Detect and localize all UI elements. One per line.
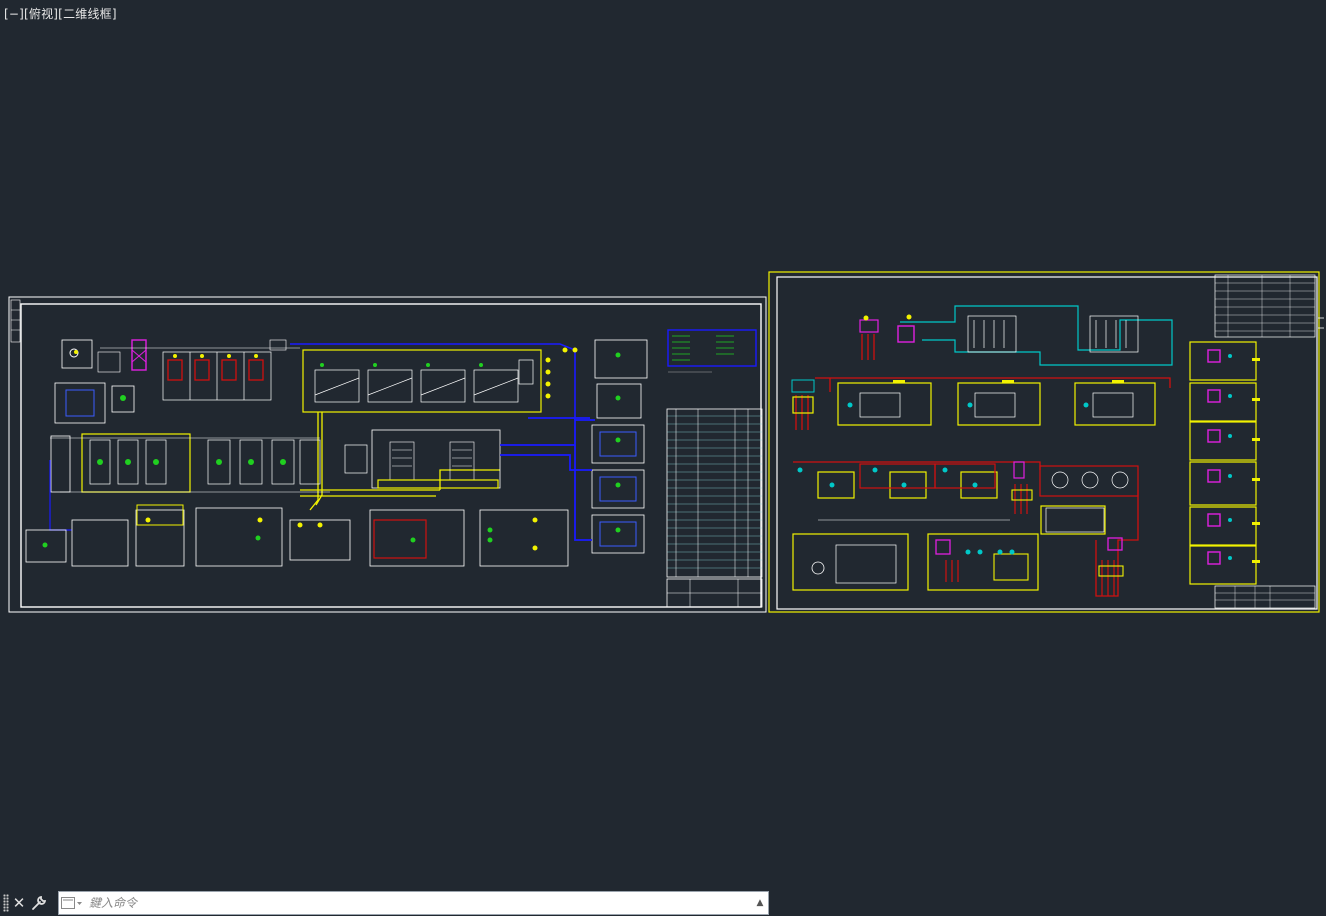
wrench-icon[interactable] xyxy=(29,892,49,914)
chevron-up-icon[interactable]: ▲ xyxy=(752,893,768,913)
command-input-box: ▲ xyxy=(58,891,769,915)
close-icon[interactable]: ✕ xyxy=(9,892,29,914)
command-input[interactable] xyxy=(85,892,752,914)
command-prompt-icon[interactable] xyxy=(59,894,85,912)
command-line-bar: ✕ ▲ xyxy=(0,889,770,916)
drawing-sheet-1 xyxy=(8,296,767,613)
drawing-sheet-2 xyxy=(768,271,1324,613)
model-space-canvas[interactable] xyxy=(0,0,1326,880)
